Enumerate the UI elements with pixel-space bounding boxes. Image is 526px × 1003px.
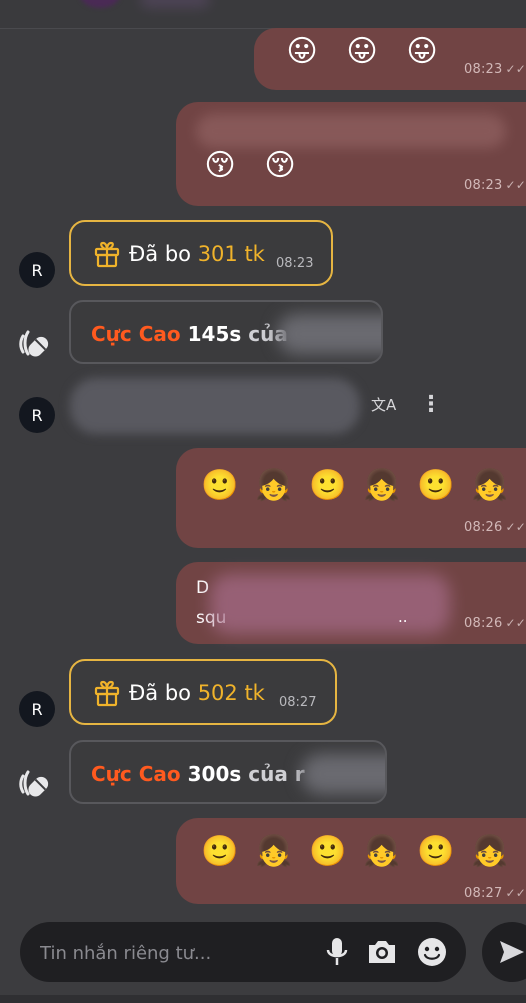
score-pill: Cực Cao 145s của — [69, 300, 383, 364]
kissing-face-emoji: 😚 — [264, 148, 296, 183]
message-time: 08:26 ✓✓ — [464, 520, 526, 535]
emoji-row: 🙂 👧 🙂 👧 🙂 👧 — [201, 468, 509, 504]
slight-smile-emoji: 🙂 — [201, 468, 239, 503]
emoji-row: 😚 😚 — [202, 148, 298, 184]
message-input[interactable] — [38, 922, 312, 984]
blurred-name — [277, 314, 381, 354]
blurred-text — [210, 574, 450, 634]
microphone-badge-icon — [19, 330, 49, 357]
outgoing-message[interactable]: 🙂 👧 🙂 👧 🙂 👧 08:27 ✓✓ — [176, 818, 526, 904]
message-text-end: .. — [398, 608, 408, 626]
outgoing-message[interactable]: D squ .. 08:26✓✓ — [176, 562, 526, 644]
read-check-icon: ✓✓ — [505, 616, 526, 630]
message-composer — [20, 922, 466, 984]
emoji-picker-icon[interactable] — [416, 936, 448, 968]
gift-icon — [94, 680, 120, 707]
header-blurred-info — [140, 0, 210, 8]
outgoing-message[interactable]: 😛 😛 😛 08:23 ✓✓ — [254, 28, 526, 90]
slight-smile-emoji: 🙂 — [309, 834, 347, 869]
message-time: 08:23 ✓✓ — [464, 178, 526, 193]
score-text: Cực Cao 300s của r — [91, 762, 305, 786]
blurred-name — [301, 754, 385, 794]
score-pill: Cực Cao 300s của r — [69, 740, 387, 804]
girl-emoji: 👧 — [255, 468, 293, 503]
score-seconds: 145s — [187, 322, 242, 346]
outgoing-message[interactable]: 😚 😚 08:23 ✓✓ — [176, 102, 526, 206]
header-avatar — [80, 0, 120, 8]
kissing-face-emoji: 😚 — [204, 148, 236, 183]
tongue-face-emoji: 😛 — [346, 34, 378, 69]
gift-pill: Đã bo 301 tk 08:23 — [69, 220, 333, 286]
girl-emoji: 👧 — [363, 834, 401, 869]
girl-emoji: 👧 — [255, 834, 293, 869]
gift-time: 08:27 — [279, 695, 317, 710]
tongue-face-emoji: 😛 — [406, 34, 438, 69]
read-check-icon: ✓✓ — [505, 178, 526, 192]
emoji-row: 😛 😛 😛 — [284, 34, 440, 70]
avatar[interactable]: R — [19, 397, 55, 433]
gift-icon — [94, 241, 120, 268]
girl-emoji: 👧 — [471, 468, 509, 503]
bottom-edge — [0, 995, 526, 1003]
slight-smile-emoji: 🙂 — [417, 468, 455, 503]
message-time: 08:26 ✓✓ — [464, 616, 526, 631]
send-icon — [500, 941, 524, 963]
blurred-incoming-message — [70, 378, 360, 434]
gift-amount: 301 tk — [197, 242, 265, 266]
gift-text: Đã bo 502 tk — [129, 681, 265, 705]
score-text: Cực Cao 145s của — [91, 322, 288, 346]
slight-smile-emoji: 🙂 — [309, 468, 347, 503]
microphone-badge-icon — [19, 770, 49, 797]
avatar[interactable]: R — [19, 691, 55, 727]
camera-icon[interactable] — [366, 938, 398, 966]
score-level: Cực Cao — [91, 762, 181, 786]
gift-text: Đã bo 301 tk — [129, 242, 265, 266]
gift-time: 08:23 — [276, 256, 314, 271]
message-time: 08:23 ✓✓ — [464, 62, 526, 77]
slight-smile-emoji: 🙂 — [201, 834, 239, 869]
microphone-icon[interactable] — [326, 936, 348, 968]
gift-pill: Đã bo 502 tk 08:27 — [69, 659, 337, 725]
tongue-face-emoji: 😛 — [286, 34, 318, 69]
more-options-icon[interactable]: ⋮ — [420, 392, 442, 417]
blurred-text — [196, 114, 506, 148]
read-check-icon: ✓✓ — [505, 62, 526, 76]
score-level: Cực Cao — [91, 322, 181, 346]
girl-emoji: 👧 — [471, 834, 509, 869]
score-seconds: 300s — [187, 762, 242, 786]
translate-icon[interactable]: 文A — [371, 394, 396, 415]
slight-smile-emoji: 🙂 — [417, 834, 455, 869]
top-strip — [0, 0, 526, 29]
avatar[interactable]: R — [19, 252, 55, 288]
message-text-line: D — [196, 578, 210, 598]
read-check-icon: ✓✓ — [505, 886, 526, 900]
gift-amount: 502 tk — [197, 681, 265, 705]
girl-emoji: 👧 — [363, 468, 401, 503]
read-check-icon: ✓✓ — [505, 520, 526, 534]
message-time: 08:27 ✓✓ — [464, 886, 526, 901]
emoji-row: 🙂 👧 🙂 👧 🙂 👧 — [201, 834, 509, 870]
outgoing-message[interactable]: 🙂 👧 🙂 👧 🙂 👧 08:26 ✓✓ — [176, 448, 526, 548]
send-button[interactable] — [482, 922, 526, 982]
